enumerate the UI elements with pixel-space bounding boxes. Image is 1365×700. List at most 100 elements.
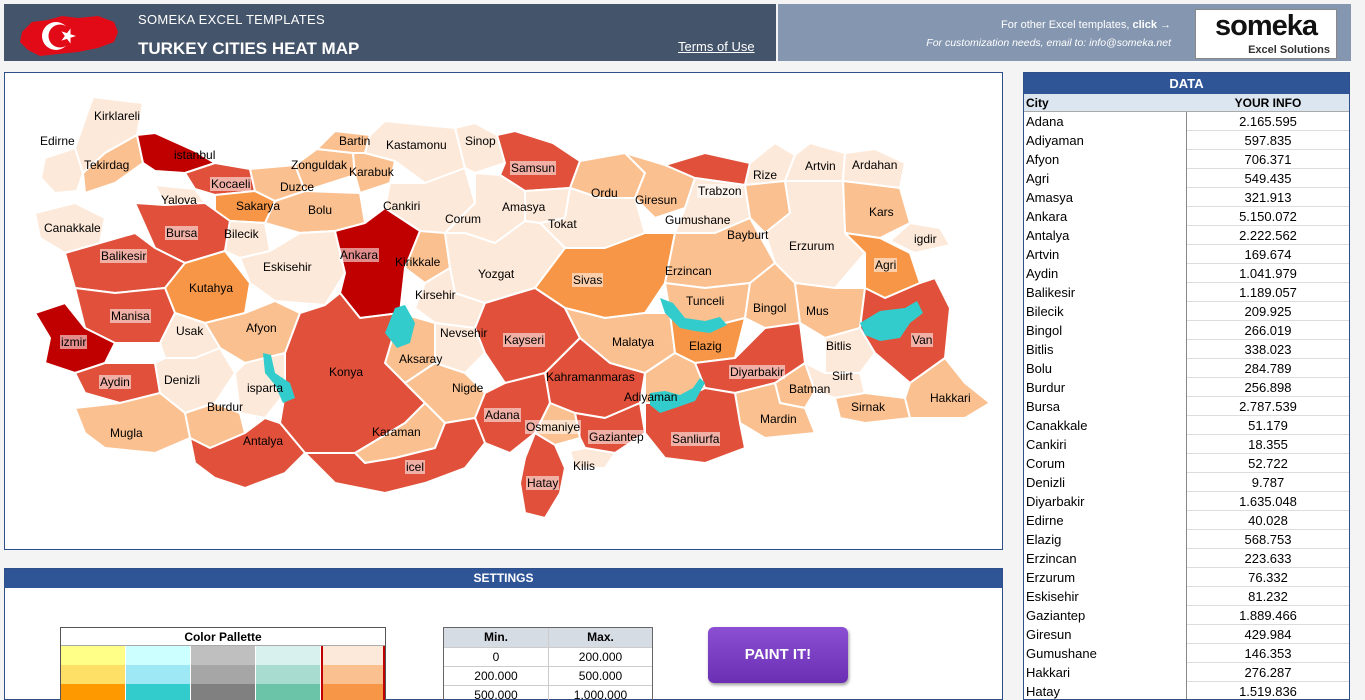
max-value-cell[interactable]: 200.000	[548, 648, 652, 666]
terms-of-use-link[interactable]: Terms of Use	[678, 39, 755, 54]
info-value-cell[interactable]: 146.353	[1187, 644, 1349, 663]
city-cell[interactable]: Elazig	[1024, 530, 1187, 549]
palette-swatch[interactable]	[256, 646, 321, 665]
info-value-cell[interactable]: 1.189.057	[1187, 283, 1349, 302]
table-row: Giresun 429.984	[1024, 625, 1349, 644]
city-cell[interactable]: Adiyaman	[1024, 131, 1187, 150]
city-cell[interactable]: Ankara	[1024, 207, 1187, 226]
max-value-cell[interactable]: 1.000.000	[548, 686, 652, 700]
info-value-cell[interactable]: 1.041.979	[1187, 264, 1349, 283]
min-value-cell[interactable]: 200.000	[444, 667, 548, 685]
city-cell[interactable]: Edirne	[1024, 511, 1187, 530]
info-value-cell[interactable]: 40.028	[1187, 511, 1349, 530]
palette-swatch[interactable]	[61, 646, 126, 665]
city-cell[interactable]: Antalya	[1024, 226, 1187, 245]
info-value-cell[interactable]: 52.722	[1187, 454, 1349, 473]
palette-swatch[interactable]	[256, 665, 321, 684]
palette-swatch[interactable]	[61, 665, 126, 684]
city-label-sinop: Sinop	[465, 134, 496, 148]
info-value-cell[interactable]: 51.179	[1187, 416, 1349, 435]
info-value-cell[interactable]: 321.913	[1187, 188, 1349, 207]
city-label-edirne: Edirne	[40, 134, 75, 148]
city-cell[interactable]: Adana	[1024, 112, 1187, 131]
info-value-cell[interactable]: 706.371	[1187, 150, 1349, 169]
info-value-cell[interactable]: 5.150.072	[1187, 207, 1349, 226]
min-value-cell[interactable]: 0	[444, 648, 548, 666]
city-cell[interactable]: Diyarbakir	[1024, 492, 1187, 511]
info-value-cell[interactable]: 18.355	[1187, 435, 1349, 454]
min-max-row: 200.000 500.000	[444, 666, 652, 685]
city-cell[interactable]: Bilecik	[1024, 302, 1187, 321]
info-value-cell[interactable]: 338.023	[1187, 340, 1349, 359]
city-cell[interactable]: Corum	[1024, 454, 1187, 473]
info-value-cell[interactable]: 1.889.466	[1187, 606, 1349, 625]
info-value-cell[interactable]: 284.789	[1187, 359, 1349, 378]
city-cell[interactable]: Denizli	[1024, 473, 1187, 492]
city-cell[interactable]: Bolu	[1024, 359, 1187, 378]
city-cell[interactable]: Erzincan	[1024, 549, 1187, 568]
data-rows: Adana 2.165.595 Adiyaman 597.835 Afyon 706.37…	[1024, 112, 1349, 699]
city-cell[interactable]: Giresun	[1024, 625, 1187, 644]
city-cell[interactable]: Artvin	[1024, 245, 1187, 264]
min-value-cell[interactable]: 500.000	[444, 686, 548, 700]
info-value-cell[interactable]: 223.633	[1187, 549, 1349, 568]
info-value-cell[interactable]: 209.925	[1187, 302, 1349, 321]
table-row: Corum 52.722	[1024, 454, 1349, 473]
info-value-cell[interactable]: 429.984	[1187, 625, 1349, 644]
palette-swatch[interactable]	[126, 665, 191, 684]
info-value-cell[interactable]: 266.019	[1187, 321, 1349, 340]
city-cell[interactable]: Hatay	[1024, 682, 1187, 699]
info-value-cell[interactable]: 549.435	[1187, 169, 1349, 188]
city-cell[interactable]: Agri	[1024, 169, 1187, 188]
click-link[interactable]: click →	[1132, 19, 1171, 31]
info-value-cell[interactable]: 256.898	[1187, 378, 1349, 397]
city-cell[interactable]: Canakkale	[1024, 416, 1187, 435]
info-value-cell[interactable]: 9.787	[1187, 473, 1349, 492]
city-cell[interactable]: Gaziantep	[1024, 606, 1187, 625]
data-header: DATA	[1024, 73, 1349, 94]
table-row: Eskisehir 81.232	[1024, 587, 1349, 606]
info-value-cell[interactable]: 169.674	[1187, 245, 1349, 264]
city-cell[interactable]: Balikesir	[1024, 283, 1187, 302]
city-cell[interactable]: Burdur	[1024, 378, 1187, 397]
city-cell[interactable]: Eskisehir	[1024, 587, 1187, 606]
palette-swatch[interactable]	[191, 665, 256, 684]
city-cell[interactable]: Bitlis	[1024, 340, 1187, 359]
city-label-hatay: Hatay	[526, 476, 560, 490]
city-cell[interactable]: Bingol	[1024, 321, 1187, 340]
info-value-cell[interactable]: 81.232	[1187, 587, 1349, 606]
info-value-cell[interactable]: 2.787.539	[1187, 397, 1349, 416]
info-value-cell[interactable]: 1.635.048	[1187, 492, 1349, 511]
max-value-cell[interactable]: 500.000	[548, 667, 652, 685]
palette-swatch[interactable]	[126, 646, 191, 665]
city-cell[interactable]: Erzurum	[1024, 568, 1187, 587]
table-row: Artvin 169.674	[1024, 245, 1349, 264]
palette-swatch[interactable]	[321, 665, 385, 684]
table-row: Amasya 321.913	[1024, 188, 1349, 207]
info-value-cell[interactable]: 568.753	[1187, 530, 1349, 549]
paint-it-button[interactable]: PAINT IT!	[708, 627, 848, 683]
city-cell[interactable]: Aydin	[1024, 264, 1187, 283]
info-value-cell[interactable]: 276.287	[1187, 663, 1349, 682]
city-cell[interactable]: Bursa	[1024, 397, 1187, 416]
palette-swatch[interactable]	[256, 684, 321, 700]
city-cell[interactable]: Gumushane	[1024, 644, 1187, 663]
palette-swatch[interactable]	[191, 684, 256, 700]
city-label-izmir: izmir	[60, 335, 88, 349]
info-value-cell[interactable]: 1.519.836	[1187, 682, 1349, 699]
palette-swatch[interactable]	[321, 646, 385, 665]
palette-swatch[interactable]	[61, 684, 126, 700]
table-row: Afyon 706.371	[1024, 150, 1349, 169]
palette-swatch[interactable]	[321, 684, 385, 700]
palette-swatch[interactable]	[126, 684, 191, 700]
someka-logo[interactable]: someka Excel Solutions	[1195, 9, 1337, 59]
info-value-cell[interactable]: 2.165.595	[1187, 112, 1349, 131]
palette-swatch[interactable]	[191, 646, 256, 665]
city-cell[interactable]: Amasya	[1024, 188, 1187, 207]
city-cell[interactable]: Afyon	[1024, 150, 1187, 169]
info-value-cell[interactable]: 2.222.562	[1187, 226, 1349, 245]
city-cell[interactable]: Hakkari	[1024, 663, 1187, 682]
info-value-cell[interactable]: 597.835	[1187, 131, 1349, 150]
city-cell[interactable]: Cankiri	[1024, 435, 1187, 454]
info-value-cell[interactable]: 76.332	[1187, 568, 1349, 587]
